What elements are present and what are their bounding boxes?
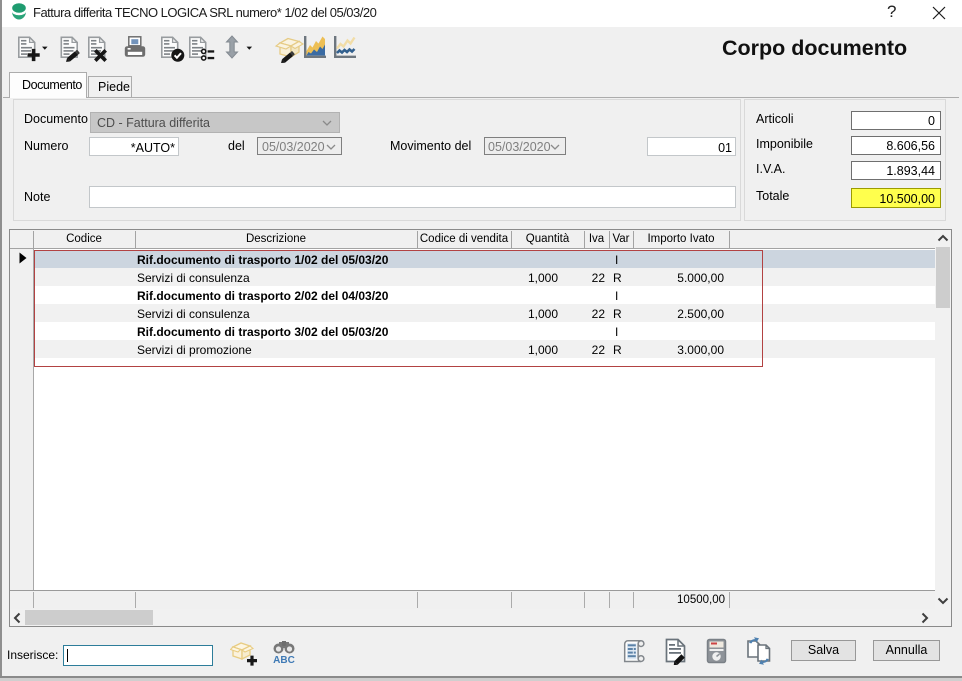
svg-text:ABC: ABC (273, 655, 295, 666)
